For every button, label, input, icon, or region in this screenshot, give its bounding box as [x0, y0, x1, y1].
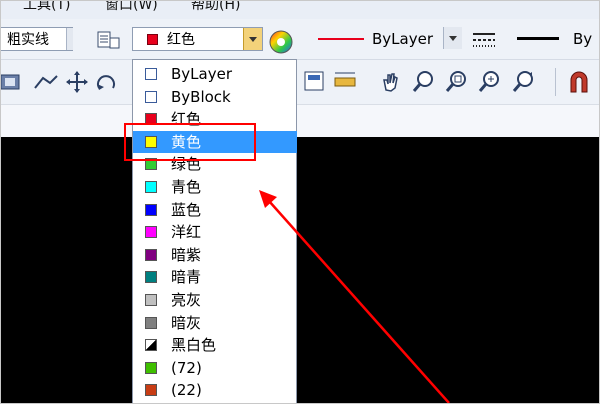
- linetype-style-value: 粗实线: [7, 32, 49, 48]
- menu-help[interactable]: 帮助(H): [191, 1, 240, 14]
- color-option-label: ByBlock: [171, 87, 231, 106]
- color-swatch: [145, 90, 157, 103]
- tab-strip: [1, 104, 599, 138]
- color-option-label: ByLayer: [171, 65, 232, 83]
- color-option-label: 洋红: [171, 223, 202, 242]
- color-option[interactable]: 洋红: [133, 221, 297, 243]
- color-option[interactable]: 暗紫: [133, 244, 297, 266]
- color-option[interactable]: 黑白色: [133, 334, 297, 356]
- layer-properties-icon[interactable]: [96, 29, 122, 51]
- color-option[interactable]: ByBlock: [133, 86, 297, 108]
- color-swatch: [145, 316, 157, 329]
- magnet-icon[interactable]: [567, 70, 597, 94]
- block-icon[interactable]: [1, 72, 23, 92]
- color-option[interactable]: (22): [133, 379, 297, 401]
- color-combo-value: 红色: [167, 32, 195, 48]
- color-option-label: (22): [171, 381, 202, 400]
- color-option-label: 黑白色: [171, 336, 217, 355]
- color-swatch: [145, 271, 157, 284]
- color-swatch: [145, 181, 157, 193]
- color-option[interactable]: 暗灰: [133, 312, 297, 334]
- highlight-box: [124, 123, 256, 161]
- color-swatch: [145, 384, 157, 397]
- color-swatch: [145, 361, 157, 374]
- color-option-label: 亮灰: [171, 291, 202, 309]
- color-option-label: 青色: [171, 178, 202, 196]
- color-option-label: 暗灰: [171, 313, 202, 332]
- zoom-window-icon[interactable]: [444, 70, 468, 94]
- measure-icon[interactable]: [333, 70, 357, 92]
- color-combo[interactable]: 红色: [132, 27, 263, 51]
- color-combo-swatch: [147, 34, 158, 45]
- polyline-icon[interactable]: [33, 72, 59, 92]
- color-option[interactable]: 暗青: [133, 266, 297, 288]
- draw-toolbar: [1, 60, 599, 104]
- color-swatch: [145, 226, 157, 239]
- menu-window[interactable]: 窗口(W): [105, 1, 158, 14]
- zoom-extents-icon[interactable]: [477, 70, 501, 94]
- color-swatch: [145, 339, 157, 352]
- linetype-style-combo[interactable]: 粗实线: [1, 27, 73, 51]
- color-wheel-icon[interactable]: [268, 29, 294, 55]
- color-option[interactable]: (72): [133, 357, 297, 379]
- drawing-canvas[interactable]: [1, 137, 599, 403]
- lineweight-combo[interactable]: By: [507, 27, 599, 51]
- linetype-dropdown-button[interactable]: [443, 27, 462, 49]
- properties-icon[interactable]: [303, 70, 325, 92]
- color-option[interactable]: ByLayer: [133, 63, 297, 85]
- color-option-label: 暗紫: [171, 245, 202, 264]
- pan-icon[interactable]: [379, 70, 403, 94]
- color-swatch: [145, 294, 157, 306]
- zoom-realtime-icon[interactable]: [411, 70, 435, 94]
- menu-bar: 工具(T) 窗口(W) 帮助(H): [1, 1, 599, 19]
- color-dropdown-list: ByLayer ByBlock 红色 黄色 绿色 青色 蓝色 洋红 暗紫 暗青 亮灰 暗灰 黑白色 (72…: [132, 59, 297, 403]
- menu-tools[interactable]: 工具(T): [23, 1, 70, 14]
- move-icon[interactable]: [65, 70, 89, 94]
- color-option-label: 暗青: [171, 268, 202, 287]
- color-swatch: [145, 248, 157, 261]
- color-option[interactable]: 蓝色: [133, 199, 297, 221]
- properties-toolbar: 粗实线 红色 ByLayer By: [1, 19, 599, 60]
- color-swatch: [145, 203, 157, 216]
- toolbar-separator: [555, 68, 556, 96]
- color-option-label: 蓝色: [171, 200, 202, 219]
- zoom-previous-icon[interactable]: [511, 70, 535, 94]
- linetype-manager-icon[interactable]: [471, 31, 497, 51]
- color-option[interactable]: 青色: [133, 176, 297, 198]
- color-combo-dropdown-button[interactable]: [243, 28, 262, 50]
- lineweight-value: By: [573, 30, 593, 48]
- linetype-combo[interactable]: ByLayer: [304, 27, 462, 51]
- cad-window: 工具(T) 窗口(W) 帮助(H) 粗实线 红色 ByLayer By ByLa…: [0, 0, 600, 404]
- color-swatch: [145, 68, 157, 80]
- linetype-value: ByLayer: [372, 30, 433, 48]
- rotate-icon[interactable]: [93, 70, 119, 94]
- color-option[interactable]: 亮灰: [133, 289, 297, 311]
- color-option-label: (72): [171, 358, 202, 377]
